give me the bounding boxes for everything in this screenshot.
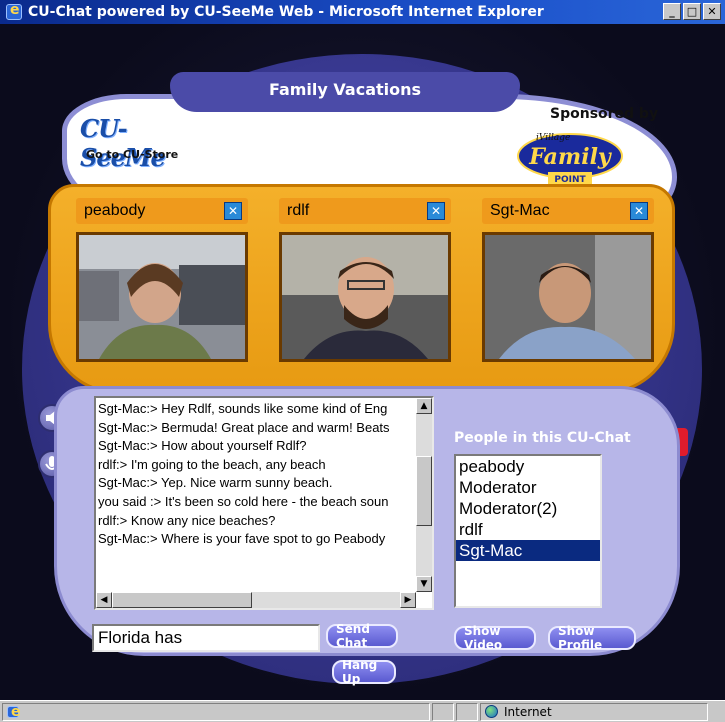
status-cell bbox=[456, 702, 478, 721]
video-slot-peabody: peabody ✕ bbox=[76, 198, 248, 362]
video-label: rdlf ✕ bbox=[279, 198, 451, 224]
status-text-cell bbox=[2, 702, 430, 721]
close-x-icon[interactable]: ✕ bbox=[427, 202, 445, 220]
minimize-button[interactable]: _ bbox=[663, 3, 681, 20]
video-slot-rdlf: rdlf ✕ bbox=[279, 198, 451, 362]
video-slot-sgt-mac: Sgt-Mac ✕ bbox=[482, 198, 654, 362]
chat-input[interactable] bbox=[92, 624, 320, 652]
chat-stage: Family Vacations CU-SeeMe Go to CU-Store… bbox=[0, 24, 725, 700]
people-title: People in this CU-Chat bbox=[454, 430, 631, 446]
close-x-icon[interactable]: ✕ bbox=[224, 202, 242, 220]
window-title: CU-Chat powered by CU-SeeMe Web - Micros… bbox=[28, 4, 544, 20]
video-username: Sgt-Mac bbox=[490, 202, 550, 219]
chat-message: Sgt-Mac:> How about yourself Rdlf? bbox=[98, 438, 307, 454]
maximize-button[interactable]: □ bbox=[683, 3, 701, 20]
video-feed bbox=[482, 232, 654, 362]
person-item[interactable]: Moderator(2) bbox=[456, 498, 600, 519]
person-item-selected[interactable]: Sgt-Mac bbox=[456, 540, 600, 561]
sponsor-small-text: iVillage bbox=[536, 133, 570, 143]
scroll-right-icon[interactable]: ▶ bbox=[400, 592, 416, 608]
sponsor-main-text: Family bbox=[528, 144, 613, 170]
send-chat-button[interactable]: Send Chat bbox=[326, 622, 398, 650]
show-video-button[interactable]: Show Video bbox=[454, 624, 536, 652]
zone-label: Internet bbox=[504, 704, 552, 719]
people-list[interactable]: peabody Moderator Moderator(2) rdlf Sgt-… bbox=[454, 454, 602, 608]
person-item[interactable]: peabody bbox=[456, 456, 600, 477]
family-point-logo[interactable]: iVillage Family POINT bbox=[514, 126, 626, 188]
ie-logo-icon bbox=[6, 2, 22, 20]
hang-up-button[interactable]: Hang Up bbox=[332, 658, 396, 686]
page-icon bbox=[7, 704, 21, 720]
chat-message: you said :> It's been so cold here - the… bbox=[98, 493, 389, 509]
scroll-down-icon[interactable]: ▼ bbox=[416, 576, 432, 592]
chat-message: Sgt-Mac:> Hey Rdlf, sounds like some kin… bbox=[98, 401, 388, 416]
horizontal-scrollbar[interactable]: ◀ ▶ bbox=[96, 592, 416, 608]
video-label: Sgt-Mac ✕ bbox=[482, 198, 654, 224]
store-link[interactable]: Go to CU-Store bbox=[86, 148, 178, 161]
video-username: peabody bbox=[84, 202, 146, 219]
webcam-image bbox=[79, 235, 245, 359]
person-item[interactable]: rdlf bbox=[456, 519, 600, 540]
globe-icon bbox=[485, 705, 498, 718]
chat-messages: Sgt-Mac:> Hey Rdlf, sounds like some kin… bbox=[98, 400, 416, 590]
window-titlebar: CU-Chat powered by CU-SeeMe Web - Micros… bbox=[0, 0, 725, 24]
webcam-image bbox=[282, 235, 448, 359]
scroll-up-icon[interactable]: ▲ bbox=[416, 398, 432, 414]
webcam-image bbox=[485, 235, 651, 359]
sponsor-label: Sponsored by bbox=[550, 106, 659, 122]
chat-message: Sgt-Mac:> Bermuda! Great place and warm!… bbox=[98, 419, 390, 435]
person-item[interactable]: Moderator bbox=[456, 477, 600, 498]
room-title: Family Vacations bbox=[268, 80, 422, 99]
video-feed bbox=[76, 232, 248, 362]
scroll-left-icon[interactable]: ◀ bbox=[96, 592, 112, 608]
chat-message: Sgt-Mac:> Where is your fave spot to go … bbox=[98, 531, 386, 547]
status-cell bbox=[432, 702, 454, 721]
scroll-thumb[interactable] bbox=[416, 456, 432, 526]
chat-message: rdlf:> Know any nice beaches? bbox=[98, 512, 276, 528]
window-controls: _ □ ✕ bbox=[663, 3, 721, 20]
cuseeme-logo[interactable]: CU-SeeMe bbox=[80, 114, 180, 172]
video-username: rdlf bbox=[287, 202, 310, 219]
scroll-thumb[interactable] bbox=[112, 592, 252, 608]
show-profile-button[interactable]: Show Profile bbox=[548, 624, 636, 652]
chat-message: Sgt-Mac:> Yep. Nice warm sunny beach. bbox=[98, 475, 333, 491]
chat-message: rdlf:> I'm going to the beach, any beach bbox=[98, 456, 326, 472]
video-label: peabody ✕ bbox=[76, 198, 248, 224]
close-button[interactable]: ✕ bbox=[703, 3, 721, 20]
close-x-icon[interactable]: ✕ bbox=[630, 202, 648, 220]
security-zone: Internet bbox=[480, 702, 708, 721]
chat-log[interactable]: Sgt-Mac:> Hey Rdlf, sounds like some kin… bbox=[94, 396, 434, 610]
status-bar: Internet bbox=[0, 700, 725, 722]
video-feed bbox=[279, 232, 451, 362]
vertical-scrollbar[interactable]: ▲ ▼ bbox=[416, 398, 432, 592]
